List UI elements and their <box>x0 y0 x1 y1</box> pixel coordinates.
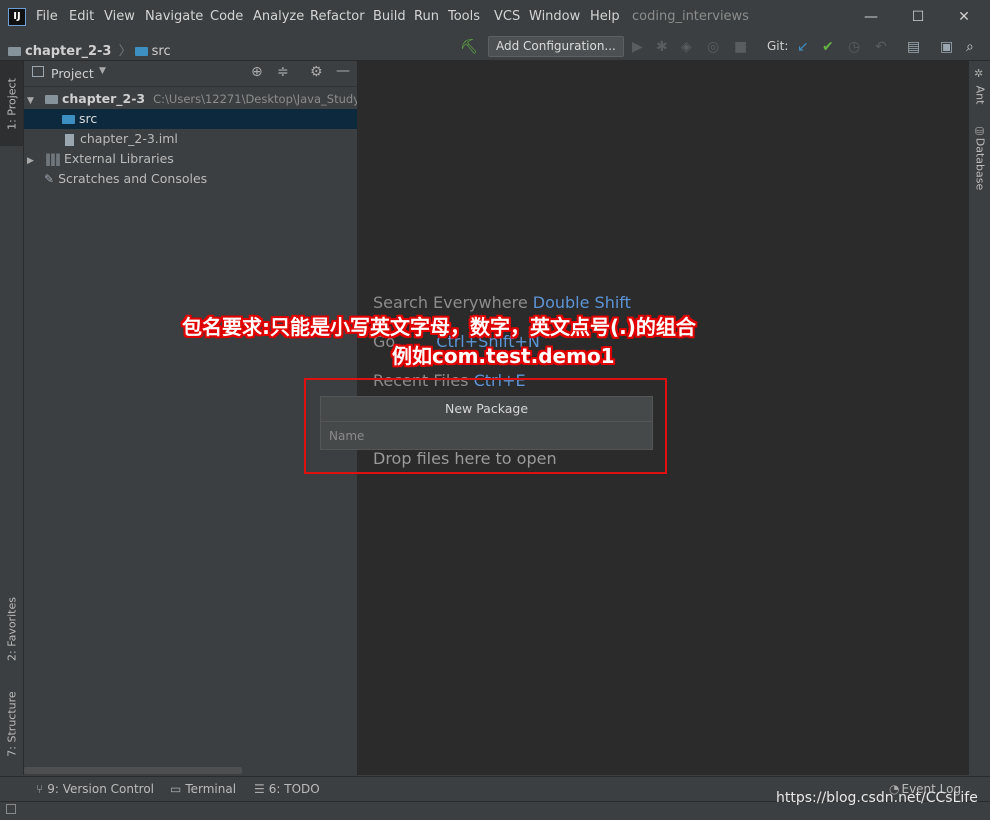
tab-terminal[interactable]: ▭ Terminal <box>170 782 236 796</box>
left-tool-stripe: 1: Project 2: Favorites 7: Structure <box>0 61 24 775</box>
tab-version-control[interactable]: ⑂ 9: Version Control <box>36 782 154 796</box>
tab-favorites-label: 2: Favorites <box>5 596 18 661</box>
git-label: Git: <box>767 39 789 53</box>
tree-item-label: chapter_2-3 <box>61 91 146 106</box>
iml-file-icon <box>65 133 74 146</box>
git-update-icon[interactable]: ↙ <box>797 39 809 55</box>
tree-item-label: External Libraries <box>63 151 174 166</box>
menu-help[interactable]: Help <box>590 9 620 24</box>
tab-database[interactable]: ⛁ Database <box>969 123 990 193</box>
highlight-box <box>304 378 667 474</box>
tab-project-label: 1: Project <box>5 77 18 130</box>
tab-ant-label: Ant <box>973 85 987 105</box>
project-structure-icon[interactable]: ▤ <box>907 39 920 55</box>
tree-item-iml[interactable]: chapter_2-3.iml <box>24 129 357 149</box>
tree-item-scratches[interactable]: ✎ Scratches and Consoles <box>24 169 357 189</box>
run-icon[interactable]: ▶ <box>632 39 643 55</box>
collapse-all-icon[interactable]: ≑ <box>277 64 289 80</box>
menu-analyze[interactable]: Analyze <box>253 9 304 24</box>
close-button[interactable]: ✕ <box>944 4 984 30</box>
run-anything-icon[interactable]: ▣ <box>940 39 953 55</box>
hide-panel-icon[interactable]: — <box>336 63 350 79</box>
tab-project[interactable]: 1: Project <box>0 61 23 146</box>
breadcrumb-project[interactable]: chapter_2-3 <box>25 44 111 59</box>
tree-item-label: chapter_2-3.iml <box>80 131 178 146</box>
menu-refactor[interactable]: Refactor <box>310 9 365 24</box>
annotation-line-1: 包名要求:只能是小写英文字母，数字，英文点号(.)的组合 <box>182 315 696 339</box>
tab-ant[interactable]: ✲ Ant <box>969 65 990 115</box>
menu-code[interactable]: Code <box>210 9 243 24</box>
database-icon: ⛁ <box>975 125 985 138</box>
watermark: https://blog.csdn.net/CCsLife <box>776 790 978 806</box>
breadcrumb-separator-icon: 〉 <box>118 44 132 59</box>
tab-todo[interactable]: ☰ 6: TODO <box>254 782 320 796</box>
terminal-icon: ▭ <box>170 782 182 796</box>
tree-item-src[interactable]: src <box>24 109 357 129</box>
menu-bar: IJ File Edit View Navigate Code Analyze … <box>0 0 990 34</box>
ant-icon: ✲ <box>974 67 984 80</box>
build-hammer-icon[interactable]: ⛏ <box>460 39 478 55</box>
project-panel-title[interactable]: Project <box>51 66 94 81</box>
maximize-button[interactable]: ☐ <box>898 4 938 30</box>
annotation-line-2: 例如com.test.demo1 <box>392 344 615 368</box>
breadcrumb: chapter_2-3 〉 src <box>8 40 171 59</box>
module-folder-icon <box>44 95 58 104</box>
hint-shortcut: Double Shift <box>532 293 631 312</box>
intellij-logo-icon: IJ <box>8 8 26 26</box>
project-view-icon <box>32 66 44 77</box>
menu-vcs[interactable]: VCS <box>494 9 520 24</box>
search-icon[interactable]: ⌕ <box>966 39 974 55</box>
add-configuration-button[interactable]: Add Configuration... <box>488 36 624 57</box>
chevron-down-icon[interactable]: ▼ <box>99 66 106 76</box>
hint-text: Search Everywhere <box>373 293 528 312</box>
src-folder-icon <box>134 47 148 56</box>
tree-item-external-libraries[interactable]: ▶ ‖‖‖ External Libraries <box>24 149 357 169</box>
horizontal-scrollbar[interactable] <box>24 767 242 774</box>
version-control-icon: ⑂ <box>36 782 44 796</box>
tree-item-path: C:\Users\12271\Desktop\Java_Study\c <box>153 92 357 106</box>
coverage-icon[interactable]: ◈ <box>681 39 692 55</box>
git-rollback-icon[interactable]: ↶ <box>875 39 887 55</box>
breadcrumb-folder[interactable]: src <box>152 44 171 59</box>
git-history-icon[interactable]: ◷ <box>848 39 860 55</box>
project-folder-icon <box>8 47 21 56</box>
tab-label: 9: Version Control <box>47 782 155 796</box>
tab-structure[interactable]: 7: Structure <box>0 681 23 766</box>
tab-structure-label: 7: Structure <box>5 690 18 757</box>
navigation-bar: chapter_2-3 〉 src ⛏ Add Configuration... … <box>0 34 990 61</box>
profile-icon[interactable]: ◎ <box>707 39 719 55</box>
project-panel-header: Project ▼ ⊕ ≑ ⚙ — <box>24 61 357 87</box>
tab-label: 6: TODO <box>268 782 320 796</box>
right-tool-stripe: ✲ Ant ⛁ Database <box>968 61 990 775</box>
tab-database-label: Database <box>973 137 987 190</box>
menu-view[interactable]: View <box>104 9 135 24</box>
tree-item-label: Scratches and Consoles <box>58 171 208 186</box>
menu-edit[interactable]: Edit <box>69 9 94 24</box>
scratches-icon: ✎ <box>44 172 55 186</box>
menu-navigate[interactable]: Navigate <box>145 9 203 24</box>
window-title: coding_interviews <box>632 9 749 24</box>
menu-run[interactable]: Run <box>414 9 439 24</box>
toggle-tool-windows-icon[interactable] <box>6 804 16 814</box>
expand-arrow-icon[interactable]: ▶ <box>27 151 37 169</box>
tree-item-label: src <box>79 111 98 126</box>
menu-tools[interactable]: Tools <box>448 9 480 24</box>
gear-icon[interactable]: ⚙ <box>310 64 323 80</box>
src-folder-icon <box>62 115 75 124</box>
menu-window[interactable]: Window <box>529 9 580 24</box>
hint-search-everywhere: Search Everywhere Double Shift <box>373 293 631 312</box>
tab-label: Terminal <box>185 782 237 796</box>
locate-icon[interactable]: ⊕ <box>251 64 263 80</box>
stop-icon[interactable]: ■ <box>734 39 747 55</box>
tree-item-project-root[interactable]: ▼ chapter_2-3 C:\Users\12271\Desktop\Jav… <box>24 89 357 109</box>
tab-favorites[interactable]: 2: Favorites <box>0 586 23 671</box>
menu-build[interactable]: Build <box>373 9 406 24</box>
debug-icon[interactable]: ✱ <box>656 39 668 55</box>
git-commit-icon[interactable]: ✔ <box>822 39 834 55</box>
libraries-icon: ‖‖‖ <box>44 152 61 166</box>
menu-file[interactable]: File <box>36 9 58 24</box>
minimize-button[interactable]: — <box>851 4 891 30</box>
todo-list-icon: ☰ <box>254 782 265 796</box>
expand-arrow-icon[interactable]: ▼ <box>27 91 37 109</box>
